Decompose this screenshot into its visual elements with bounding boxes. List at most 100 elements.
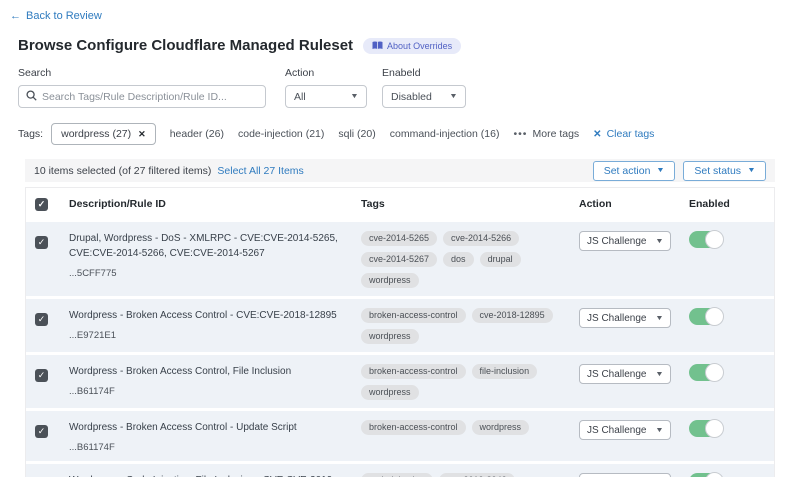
set-status-label: Set status [694, 165, 741, 177]
row-rule-id: ...B61174F [69, 386, 361, 397]
row-action-value: JS Challenge [587, 236, 646, 247]
set-status-button[interactable]: Set status ▼ [683, 161, 766, 181]
row-action-select[interactable]: JS Challenge ▼ [579, 420, 671, 440]
row-tags: code-injectioncve-2019-8942cve-2019-8943… [361, 473, 579, 477]
table-row: ✓ Wordpress - Broken Access Control - Up… [26, 411, 774, 461]
header-enabled: Enabled [689, 198, 774, 210]
tag-pill: broken-access-control [361, 364, 466, 379]
row-action-select[interactable]: JS Challenge ▼ [579, 473, 671, 477]
tag-filter[interactable]: code-injection (21) [238, 128, 324, 140]
chevron-down-icon: ▼ [449, 93, 458, 100]
row-tags: broken-access-control wordpress [361, 420, 579, 435]
chevron-down-icon: ▼ [350, 93, 359, 100]
tag-pill: wordpress [361, 385, 419, 400]
search-input[interactable] [42, 91, 258, 103]
table-row: ✓ Wordpress - Code Injection, File Inclu… [26, 464, 774, 477]
header-tags: Tags [361, 198, 579, 210]
check-icon: ✓ [38, 426, 46, 437]
toggle-knob [705, 363, 724, 382]
set-action-button[interactable]: Set action ▼ [593, 161, 676, 181]
search-box [18, 85, 266, 108]
tag-pill: cve-2014-5265 [361, 231, 437, 246]
selection-bar: 10 items selected (of 27 filtered items)… [25, 159, 775, 182]
search-label: Search [18, 67, 266, 79]
row-checkbox[interactable]: ✓ [35, 236, 48, 249]
chevron-down-icon: ▼ [747, 167, 756, 174]
table-row: ✓ Drupal, Wordpress - DoS - XMLRPC - CVE… [26, 222, 774, 296]
back-arrow-icon: ← [10, 10, 21, 22]
enabled-filter-select[interactable]: Disabled ▼ [382, 85, 466, 108]
more-tags-label: More tags [532, 128, 579, 140]
page-title: Browse Configure Cloudflare Managed Rule… [18, 37, 353, 54]
clear-tags-button[interactable]: ✕ Clear tags [593, 128, 654, 140]
selected-tag-label: wordpress (27) [61, 128, 131, 140]
tag-filter[interactable]: header (26) [170, 128, 224, 140]
table-row: ✓ Wordpress - Broken Access Control, Fil… [26, 355, 774, 408]
row-description: Wordpress - Broken Access Control - Upda… [69, 420, 361, 435]
row-checkbox[interactable]: ✓ [35, 425, 48, 438]
filters-row: Search Action All ▼ Enabeld Disabled ▼ [18, 67, 794, 108]
tag-pill: cve-2019-8942 [439, 473, 515, 477]
check-icon: ✓ [38, 199, 46, 210]
enabled-filter-value: Disabled [391, 91, 432, 103]
check-icon: ✓ [38, 237, 46, 248]
row-description: Drupal, Wordpress - DoS - XMLRPC - CVE:C… [69, 231, 361, 261]
check-icon: ✓ [38, 314, 46, 325]
select-all-link[interactable]: Select All 27 Items [217, 165, 303, 177]
header-action: Action [579, 198, 689, 210]
row-enabled-toggle[interactable] [689, 473, 723, 477]
row-action-value: JS Challenge [587, 313, 646, 324]
tag-pill: wordpress [361, 273, 419, 288]
row-enabled-toggle[interactable] [689, 420, 723, 437]
selection-summary: 10 items selected (of 27 filtered items) [34, 165, 211, 177]
tag-pill: wordpress [472, 420, 530, 435]
rules-table: ✓ Description/Rule ID Tags Action Enable… [25, 187, 775, 477]
action-filter-select[interactable]: All ▼ [285, 85, 367, 108]
tag-pill: cve-2014-5266 [443, 231, 519, 246]
row-enabled-toggle[interactable] [689, 308, 723, 325]
chevron-down-icon: ▼ [655, 315, 664, 322]
toggle-knob [705, 307, 724, 326]
more-tags-button[interactable]: ••• More tags [513, 128, 579, 140]
row-checkbox[interactable]: ✓ [35, 369, 48, 382]
tags-label: Tags: [18, 128, 43, 140]
toggle-knob [705, 419, 724, 438]
tag-pill: code-injection [361, 473, 433, 477]
select-all-checkbox[interactable]: ✓ [35, 198, 48, 211]
tag-filter-list: header (26) code-injection (21) sqli (20) c… [170, 128, 500, 140]
header-description: Description/Rule ID [69, 198, 361, 210]
remove-tag-icon[interactable]: ✕ [138, 129, 146, 140]
row-description: Wordpress - Broken Access Control, File … [69, 364, 361, 379]
row-action-select[interactable]: JS Challenge ▼ [579, 364, 671, 384]
tag-pill: wordpress [361, 329, 419, 344]
row-action-value: JS Challenge [587, 425, 646, 436]
tags-bar: Tags: wordpress (27) ✕ header (26) code-i… [18, 123, 794, 145]
check-icon: ✓ [38, 370, 46, 381]
enabled-filter-label: Enabeld [382, 67, 466, 79]
title-row: Browse Configure Cloudflare Managed Rule… [18, 37, 794, 54]
back-link-label: Back to Review [26, 10, 102, 22]
row-action-select[interactable]: JS Challenge ▼ [579, 308, 671, 328]
row-enabled-toggle[interactable] [689, 231, 723, 248]
tag-pill: drupal [480, 252, 521, 267]
row-description: Wordpress - Broken Access Control - CVE:… [69, 308, 361, 323]
tag-filter[interactable]: command-injection (16) [390, 128, 500, 140]
about-overrides-badge[interactable]: About Overrides [363, 38, 461, 54]
table-header-row: ✓ Description/Rule ID Tags Action Enable… [26, 188, 774, 219]
tag-filter[interactable]: sqli (20) [338, 128, 375, 140]
tag-pill: dos [443, 252, 474, 267]
book-icon [372, 41, 383, 50]
action-filter-value: All [294, 91, 306, 103]
row-description: Wordpress - Code Injection, File Inclusi… [69, 473, 361, 477]
tag-pill: broken-access-control [361, 420, 466, 435]
tag-pill: broken-access-control [361, 308, 466, 323]
row-action-select[interactable]: JS Challenge ▼ [579, 231, 671, 251]
row-rule-id: ...B61174F [69, 442, 361, 453]
row-tags: cve-2014-5265cve-2014-5266cve-2014-5267d… [361, 231, 579, 288]
row-checkbox[interactable]: ✓ [35, 313, 48, 326]
selected-tag-chip[interactable]: wordpress (27) ✕ [51, 123, 156, 145]
row-enabled-toggle[interactable] [689, 364, 723, 381]
table-body: ✓ Drupal, Wordpress - DoS - XMLRPC - CVE… [26, 222, 774, 477]
row-tags: broken-access-controlfile-inclusionwordp… [361, 364, 579, 400]
back-link[interactable]: ← Back to Review [10, 10, 102, 22]
